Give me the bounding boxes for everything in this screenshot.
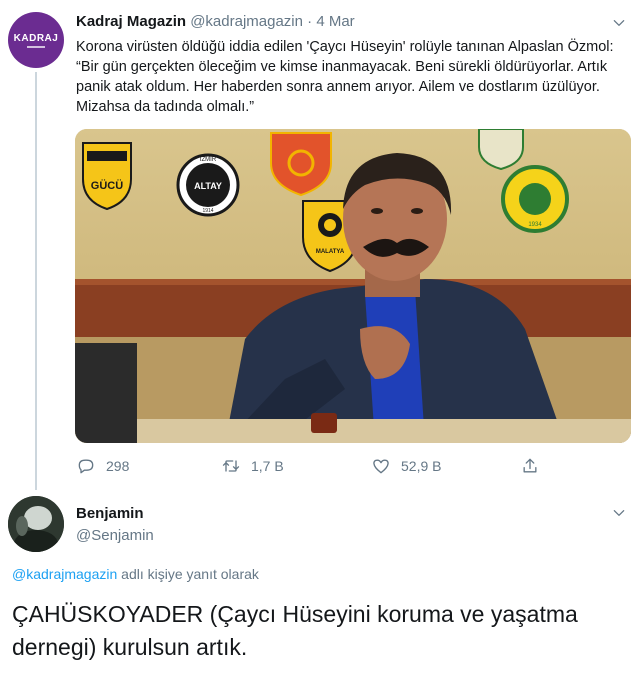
badge-1934-label: 1934 <box>528 222 542 228</box>
tea-glass <box>311 413 337 433</box>
badge-malatya-label: MALATYA <box>316 249 345 255</box>
badge-gucu-label: GÜCÜ <box>91 179 123 192</box>
retweet-button[interactable]: 1,7 B <box>221 456 284 476</box>
background-chair <box>75 343 137 443</box>
badge-altay: İZMİR ALTAY 1914 <box>176 153 240 217</box>
avatar-logo-text: KADRAJ <box>13 32 59 44</box>
reply-button[interactable]: 298 <box>76 456 129 476</box>
badge-izmir-label: İZMİR <box>200 156 217 163</box>
badge-1914-label: 1914 <box>202 208 213 214</box>
author-handle[interactable]: @Senjamin <box>76 527 154 544</box>
badge-altay-label: ALTAY <box>194 181 222 191</box>
tweet-text: ÇAHÜSKOYADER (Çaycı Hüseyini koruma ve y… <box>12 601 578 660</box>
author-name[interactable]: Kadraj Magazin <box>76 13 186 30</box>
replying-to-line: @kadrajmagazin adlı kişiye yanıt olarak <box>12 566 259 582</box>
tweet-actions: 298 1,7 B 52,9 B <box>76 456 631 478</box>
chevron-down-icon[interactable] <box>612 506 626 520</box>
reply-mention-link[interactable]: @kadrajmagazin <box>12 566 117 582</box>
thread-connector-line <box>35 72 37 490</box>
avatar[interactable] <box>8 496 64 552</box>
avatar[interactable]: KADRAJ <box>8 12 64 68</box>
retweet-count: 1,7 B <box>251 458 284 474</box>
table-surface <box>75 419 631 443</box>
replying-suffix: adlı kişiye yanıt olarak <box>117 566 259 582</box>
avatar-photo <box>8 496 64 552</box>
author-name[interactable]: Benjamin <box>76 505 144 522</box>
share-icon <box>523 458 537 473</box>
badge-belediye: 1934 <box>501 165 569 233</box>
tweet-media-image[interactable]: GÜCÜ İZMİR ALTAY 1914 MALATYA 1934 <box>75 129 631 443</box>
photo-illustration: GÜCÜ İZMİR ALTAY 1914 MALATYA 1934 <box>75 129 631 443</box>
retweet-icon <box>222 460 240 472</box>
badge-gucu: GÜCÜ <box>82 142 132 211</box>
separator-dot: · <box>307 13 313 30</box>
tweet-date[interactable]: 4 Mar <box>316 13 354 30</box>
chevron-down-icon[interactable] <box>612 16 626 30</box>
avatar-logo-underline <box>27 45 45 48</box>
tweet-text: Korona virüsten öldüğü iddia edilen 'Çay… <box>76 39 614 115</box>
author-handle[interactable]: @kadrajmagazin <box>190 13 303 30</box>
like-count: 52,9 B <box>401 458 442 474</box>
like-icon <box>373 459 389 474</box>
tweet-header: Kadraj Magazin @kadrajmagazin · 4 Mar <box>76 13 355 30</box>
reply-icon <box>78 459 94 474</box>
reply-count: 298 <box>106 458 130 474</box>
like-button[interactable]: 52,9 B <box>371 456 441 476</box>
share-button[interactable] <box>520 456 550 476</box>
